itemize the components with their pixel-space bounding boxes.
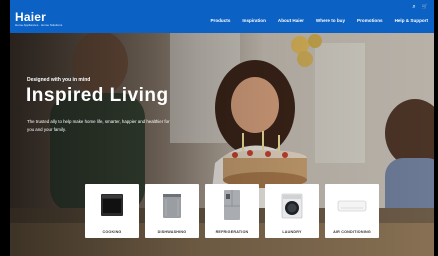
category-card-cooking[interactable]: COOKING	[85, 184, 139, 238]
nav-where-to-buy[interactable]: Where to buy	[316, 18, 345, 23]
category-card-laundry[interactable]: LAUNDRY	[265, 184, 319, 238]
hero-banner: Designed with you in mind Inspired Livin…	[10, 33, 434, 256]
fridge-icon	[224, 190, 240, 220]
top-navigation-bar: Haier Home Appliances · Home Solutions ⌕…	[10, 0, 434, 33]
brand-logo[interactable]: Haier	[15, 10, 46, 24]
category-card-air-conditioning[interactable]: AIR CONDITIONING	[325, 184, 379, 238]
dishwasher-icon	[163, 194, 181, 218]
cart-icon[interactable]: 🛒	[422, 4, 428, 10]
category-card-refrigeration[interactable]: REFRIGERATION	[205, 184, 259, 238]
utility-icons: ⌕ 🛒	[412, 4, 428, 10]
category-label: COOKING	[102, 230, 122, 234]
nav-about-haier[interactable]: About Haier	[278, 18, 304, 23]
nav-products[interactable]: Products	[210, 18, 230, 23]
brand-tagline: Home Appliances · Home Solutions	[15, 23, 63, 27]
hero-eyebrow: Designed with you in mind	[27, 77, 91, 83]
oven-icon	[101, 194, 123, 216]
air-conditioner-icon	[337, 200, 367, 212]
category-cards: COOKING DISHWASHING REFRIGERATION LAUNDR…	[85, 184, 379, 238]
category-card-dishwashing[interactable]: DISHWASHING	[145, 184, 199, 238]
webpage: Haier Home Appliances · Home Solutions ⌕…	[10, 0, 434, 256]
search-icon[interactable]: ⌕	[412, 4, 415, 10]
category-label: REFRIGERATION	[215, 230, 249, 234]
main-menu: Products Inspiration About Haier Where t…	[210, 18, 428, 23]
nav-promotions[interactable]: Promotions	[357, 18, 383, 23]
category-label: LAUNDRY	[282, 230, 302, 234]
nav-inspiration[interactable]: Inspiration	[242, 18, 265, 23]
nav-help-support[interactable]: Help & Support	[395, 18, 428, 23]
category-label: DISHWASHING	[157, 230, 187, 234]
hero-body-text: The trusted ally to help make home life,…	[27, 119, 170, 132]
washing-machine-icon	[281, 193, 303, 219]
screen-frame: Haier Home Appliances · Home Solutions ⌕…	[0, 0, 438, 256]
category-label: AIR CONDITIONING	[333, 230, 371, 234]
hero-headline: Inspired Living	[26, 85, 169, 106]
